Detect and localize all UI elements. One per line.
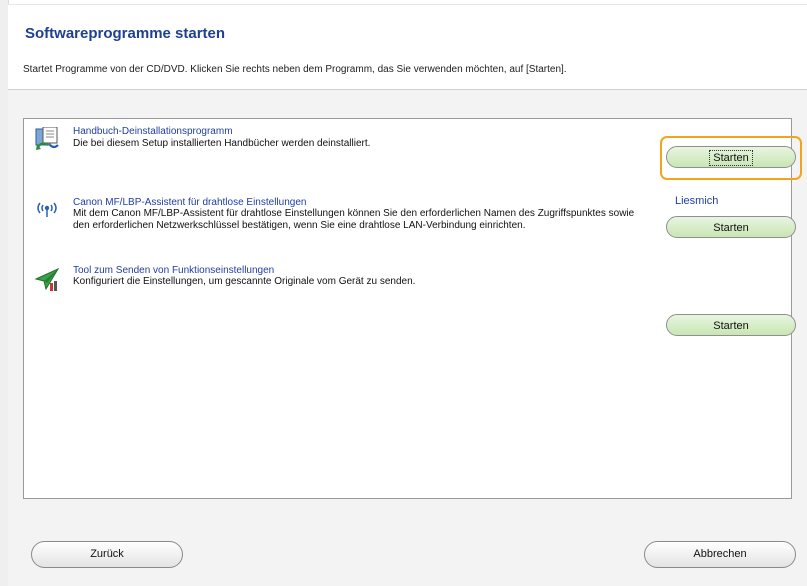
program-description: Die bei diesem Setup installierten Handb… <box>73 138 371 149</box>
start-button-wireless-assistant[interactable]: Starten <box>666 216 796 238</box>
program-list: Handbuch-Deinstallationsprogramm Die bei… <box>23 118 802 499</box>
start-button-send-function-tool[interactable]: Starten <box>666 314 796 336</box>
program-description: Konfiguriert die Einstellungen, um gesca… <box>73 276 416 287</box>
wireless-antenna-icon <box>34 197 60 223</box>
program-item-send-function-tool: Tool zum Senden von Funktionseinstellung… <box>24 265 791 305</box>
uninstall-manual-icon <box>34 126 60 153</box>
back-button[interactable]: Zurück <box>31 541 183 568</box>
content-area: Handbuch-Deinstallationsprogramm Die bei… <box>8 90 807 586</box>
start-button-label: Starten <box>709 150 753 166</box>
start-button-uninstall-manual[interactable]: Starten <box>666 146 796 168</box>
readme-link[interactable]: Liesmich <box>675 195 718 207</box>
program-title[interactable]: Handbuch-Deinstallationsprogramm <box>73 126 233 137</box>
page-title: Softwareprogramme starten <box>25 25 226 42</box>
installer-window: Softwareprogramme starten Startet Progra… <box>0 0 807 586</box>
start-button-label: Starten <box>713 320 749 332</box>
program-title[interactable]: Tool zum Senden von Funktionseinstellung… <box>73 265 274 276</box>
header: Softwareprogramme starten Startet Progra… <box>8 5 807 90</box>
start-button-label: Starten <box>713 222 749 234</box>
program-title[interactable]: Canon MF/LBP-Assistent für drahtlose Ein… <box>73 197 306 208</box>
program-description: Mit dem Canon MF/LBP-Assistent für draht… <box>73 208 635 231</box>
send-function-tool-icon <box>34 267 60 293</box>
page-subtitle: Startet Programme von der CD/DVD. Klicke… <box>23 64 567 75</box>
cancel-button[interactable]: Abbrechen <box>644 541 796 568</box>
